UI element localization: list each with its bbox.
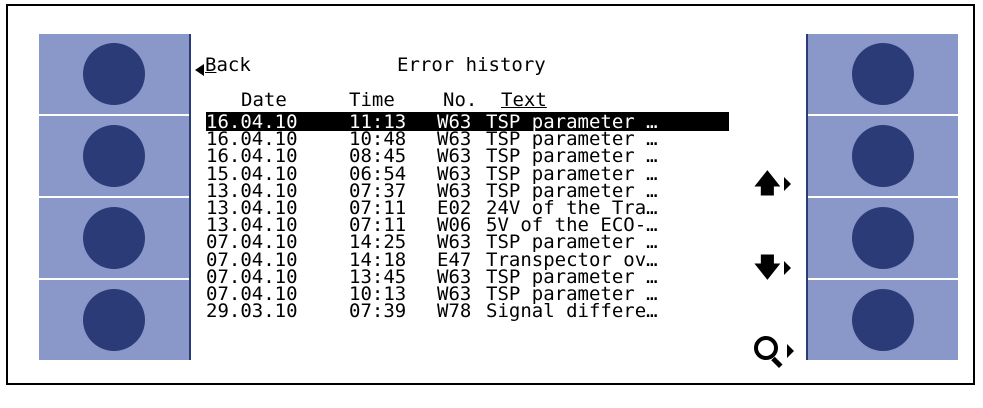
column-header-text: Text (501, 89, 547, 111)
column-header-date: Date (241, 89, 287, 111)
magnifier-icon (754, 336, 784, 369)
pointer-right-icon (787, 344, 794, 358)
right-softkey-4[interactable] (852, 289, 914, 351)
right-softkey-cell-4 (808, 278, 958, 360)
pointer-right-icon (783, 261, 791, 275)
pointer-right-icon (783, 177, 791, 191)
left-softkey-cell-4 (39, 278, 189, 360)
lcd-screen: Back Error history Date Time No. Text 16… (189, 34, 808, 369)
left-softkey-1[interactable] (83, 43, 145, 105)
left-softkey-cell-2 (39, 114, 189, 196)
arrow-up-icon: 🡅 (754, 169, 781, 199)
error-row[interactable]: 29.03.10 07:39 W78 Signal differe… (206, 300, 736, 323)
right-softkey-panel (808, 34, 958, 360)
back-label: Back (205, 54, 251, 76)
scroll-down-button[interactable]: 🡇 (754, 255, 791, 281)
back-button[interactable]: Back (195, 54, 251, 76)
right-softkey-3[interactable] (852, 207, 914, 269)
left-softkey-2[interactable] (83, 125, 145, 187)
back-arrow-icon (195, 63, 204, 76)
left-softkey-cell-1 (39, 34, 189, 114)
row-number: W78 (437, 300, 472, 323)
left-softkey-cell-3 (39, 196, 189, 278)
table-header: Date Time No. Text (206, 89, 547, 111)
left-softkey-3[interactable] (83, 207, 145, 269)
scroll-up-button[interactable]: 🡅 (754, 171, 791, 197)
left-softkey-panel (39, 34, 189, 360)
row-time: 07:39 (349, 300, 407, 323)
right-softkey-cell-3 (808, 196, 958, 278)
column-header-no: No. (443, 89, 478, 111)
page-title: Error history (397, 54, 546, 76)
right-softkey-2[interactable] (852, 125, 914, 187)
row-text: Signal differe… (486, 300, 658, 323)
left-softkey-4[interactable] (83, 289, 145, 351)
column-header-time: Time (349, 89, 395, 111)
arrow-down-icon: 🡇 (754, 253, 781, 283)
right-softkey-cell-2 (808, 114, 958, 196)
details-button[interactable] (754, 336, 794, 369)
row-date: 29.03.10 (206, 300, 298, 323)
right-softkey-1[interactable] (852, 43, 914, 105)
right-softkey-cell-1 (808, 34, 958, 114)
error-list: 16.04.10 11:13 W63 TSP parameter … 16.04… (206, 112, 736, 323)
